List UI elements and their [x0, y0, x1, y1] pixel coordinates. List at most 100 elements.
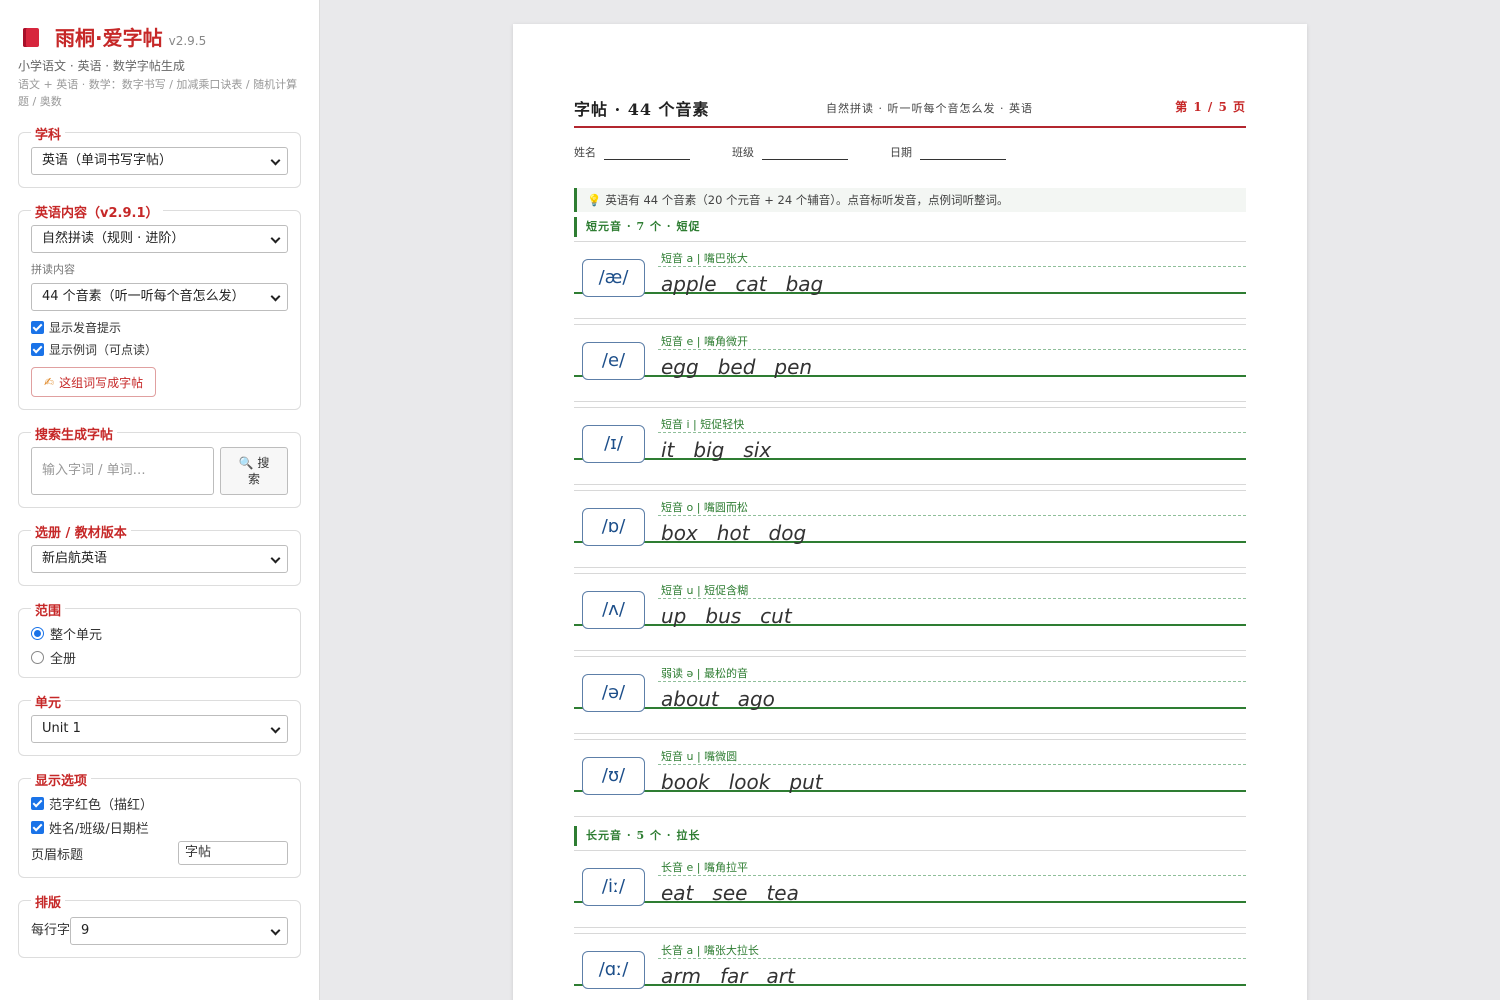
- class-field: 班级: [732, 144, 890, 160]
- worksheet-page: 字帖 · 44 个音素 自然拼读 · 听一听每个音怎么发 · 英语 第 1 / …: [513, 24, 1307, 1000]
- phoneme-button[interactable]: /ɒ/: [582, 508, 645, 546]
- chevron-down-icon: [270, 925, 281, 936]
- range-unit-label: 整个单元: [50, 627, 103, 643]
- example-word[interactable]: arm: [661, 964, 701, 988]
- date-field-label: 日期: [890, 146, 912, 159]
- make-worksheet-button[interactable]: ✍ 这组词写成字帖: [31, 367, 157, 397]
- section-heading: 长元音 · 5 个 · 拉长: [574, 826, 1246, 846]
- example-word[interactable]: up: [661, 604, 686, 628]
- show-hint-checkbox[interactable]: 显示发音提示: [31, 319, 288, 335]
- phoneme-button[interactable]: /ɑː/: [582, 951, 645, 989]
- example-word[interactable]: book: [661, 770, 710, 794]
- phonics-mode-select[interactable]: 自然拼读（规则 · 进阶）: [31, 225, 288, 253]
- phoneme-row: /ɑː/长音 a | 嘴张大拉长 arm far art: [574, 933, 1246, 1000]
- name-bar-checkbox[interactable]: 姓名/班级/日期栏: [31, 819, 288, 837]
- example-word[interactable]: cat: [736, 272, 767, 296]
- pronunciation-hint: 短音 e | 嘴角微开: [661, 335, 748, 348]
- per-line-select[interactable]: 9: [70, 917, 288, 945]
- phoneme-row: /ʌ/短音 u | 短促含糊 up bus cut: [574, 573, 1246, 653]
- red-sample-checkbox[interactable]: 范字红色（描红）: [31, 795, 288, 813]
- name-field: 姓名: [574, 144, 732, 160]
- phonics-mode-value: 自然拼读（规则 · 进阶）: [42, 231, 185, 246]
- chevron-down-icon: [270, 553, 281, 564]
- name-field-label: 姓名: [574, 146, 596, 159]
- layout-legend: 排版: [31, 892, 66, 911]
- example-word[interactable]: bus: [705, 604, 741, 628]
- app-header: 雨桐·爱字帖 v2.9.5 小学语文 · 英语 · 数学字帖生成 语文 + 英语…: [18, 0, 301, 110]
- example-word[interactable]: art: [767, 964, 795, 988]
- example-words: about ago: [661, 687, 794, 711]
- example-words: eat see tea: [661, 881, 818, 905]
- worksheet-subtitle: 自然拼读 · 听一听每个音怎么发 · 英语: [826, 102, 1033, 115]
- phonics-content-select[interactable]: 44 个音素（听一听每个音怎么发）: [31, 283, 288, 311]
- example-word[interactable]: pen: [774, 355, 812, 379]
- subject-legend: 学科: [31, 124, 66, 143]
- example-word[interactable]: about: [661, 687, 719, 711]
- example-word[interactable]: box: [661, 521, 698, 545]
- example-word[interactable]: six: [743, 438, 771, 462]
- header-title-input[interactable]: 字帖: [178, 841, 288, 865]
- example-word[interactable]: it: [661, 438, 674, 462]
- sidebar: 雨桐·爱字帖 v2.9.5 小学语文 · 英语 · 数学字帖生成 语文 + 英语…: [0, 0, 320, 1000]
- phoneme-button[interactable]: /e/: [582, 342, 645, 380]
- name-bar-label: 姓名/班级/日期栏: [49, 821, 149, 837]
- phoneme-button[interactable]: /ʊ/: [582, 757, 645, 795]
- example-word[interactable]: dog: [769, 521, 807, 545]
- example-word[interactable]: apple: [661, 272, 717, 296]
- range-legend: 范围: [31, 600, 66, 619]
- search-button[interactable]: 🔍 搜索: [220, 447, 288, 495]
- example-word[interactable]: far: [720, 964, 748, 988]
- example-word[interactable]: cut: [760, 604, 792, 628]
- example-word[interactable]: egg: [661, 355, 699, 379]
- example-word[interactable]: hot: [717, 521, 750, 545]
- search-group: 搜索生成字帖 输入字词 / 单词… 🔍 搜索: [18, 424, 301, 508]
- range-unit-radio[interactable]: 整个单元: [31, 625, 288, 643]
- red-sample-label: 范字红色（描红）: [49, 797, 154, 813]
- range-all-radio[interactable]: 全册: [31, 649, 288, 667]
- lightbulb-icon: 💡: [587, 193, 602, 207]
- search-input[interactable]: 输入字词 / 单词…: [31, 447, 214, 495]
- example-word[interactable]: eat: [661, 881, 693, 905]
- pronunciation-hint: 短音 u | 嘴微圆: [661, 750, 738, 763]
- phoneme-button[interactable]: /iː/: [582, 868, 645, 906]
- worksheet-header: 字帖 · 44 个音素 自然拼读 · 听一听每个音怎么发 · 英语 第 1 / …: [574, 92, 1246, 128]
- unit-legend: 单元: [31, 692, 66, 711]
- phoneme-row: /iː/长音 e | 嘴角拉平 eat see tea: [574, 850, 1246, 930]
- radio-selected-icon: [31, 626, 44, 640]
- header-title-label: 页眉标题: [31, 847, 84, 863]
- pronunciation-hint: 弱读 ə | 最松的音: [661, 667, 748, 680]
- pronunciation-hint: 短音 i | 短促轻快: [661, 418, 745, 431]
- show-examples-checkbox[interactable]: 显示例词（可点读）: [31, 341, 288, 357]
- example-word[interactable]: bag: [786, 272, 824, 296]
- writing-hand-icon: ✍: [44, 375, 55, 389]
- radio-empty-icon: [31, 650, 44, 664]
- date-field: 日期: [890, 144, 1048, 160]
- phoneme-row: /æ/短音 a | 嘴巴张大 apple cat bag: [574, 241, 1246, 321]
- example-words: it big six: [661, 438, 790, 462]
- make-worksheet-label: 这组词写成字帖: [59, 375, 144, 390]
- chevron-down-icon: [270, 723, 281, 734]
- pronunciation-hint: 长音 e | 嘴角拉平: [661, 861, 748, 874]
- example-words: egg bed pen: [661, 355, 831, 379]
- phoneme-button[interactable]: /ə/: [582, 674, 645, 712]
- example-word[interactable]: look: [729, 770, 771, 794]
- textbook-select[interactable]: 新启航英语: [31, 545, 288, 573]
- phoneme-button[interactable]: /æ/: [582, 259, 645, 297]
- subject-select[interactable]: 英语（单词书写字帖）: [31, 147, 288, 175]
- phoneme-row: /e/短音 e | 嘴角微开 egg bed pen: [574, 324, 1246, 404]
- display-options-group: 显示选项 范字红色（描红） 姓名/班级/日期栏 页眉标题 字帖: [18, 770, 301, 878]
- example-words: box hot dog: [661, 521, 825, 545]
- textbook-select-value: 新启航英语: [42, 551, 108, 566]
- example-word[interactable]: tea: [766, 881, 798, 905]
- example-word[interactable]: ago: [738, 687, 775, 711]
- unit-select[interactable]: Unit 1: [31, 715, 288, 743]
- example-word[interactable]: big: [693, 438, 724, 462]
- example-word[interactable]: put: [789, 770, 822, 794]
- phoneme-button[interactable]: /ɪ/: [582, 425, 645, 463]
- example-word[interactable]: see: [712, 881, 747, 905]
- phoneme-button[interactable]: /ʌ/: [582, 591, 645, 629]
- example-word[interactable]: bed: [718, 355, 756, 379]
- pronunciation-hint: 长音 a | 嘴张大拉长: [661, 944, 759, 957]
- example-words: arm far art: [661, 964, 814, 988]
- subject-group: 学科 英语（单词书写字帖）: [18, 124, 301, 188]
